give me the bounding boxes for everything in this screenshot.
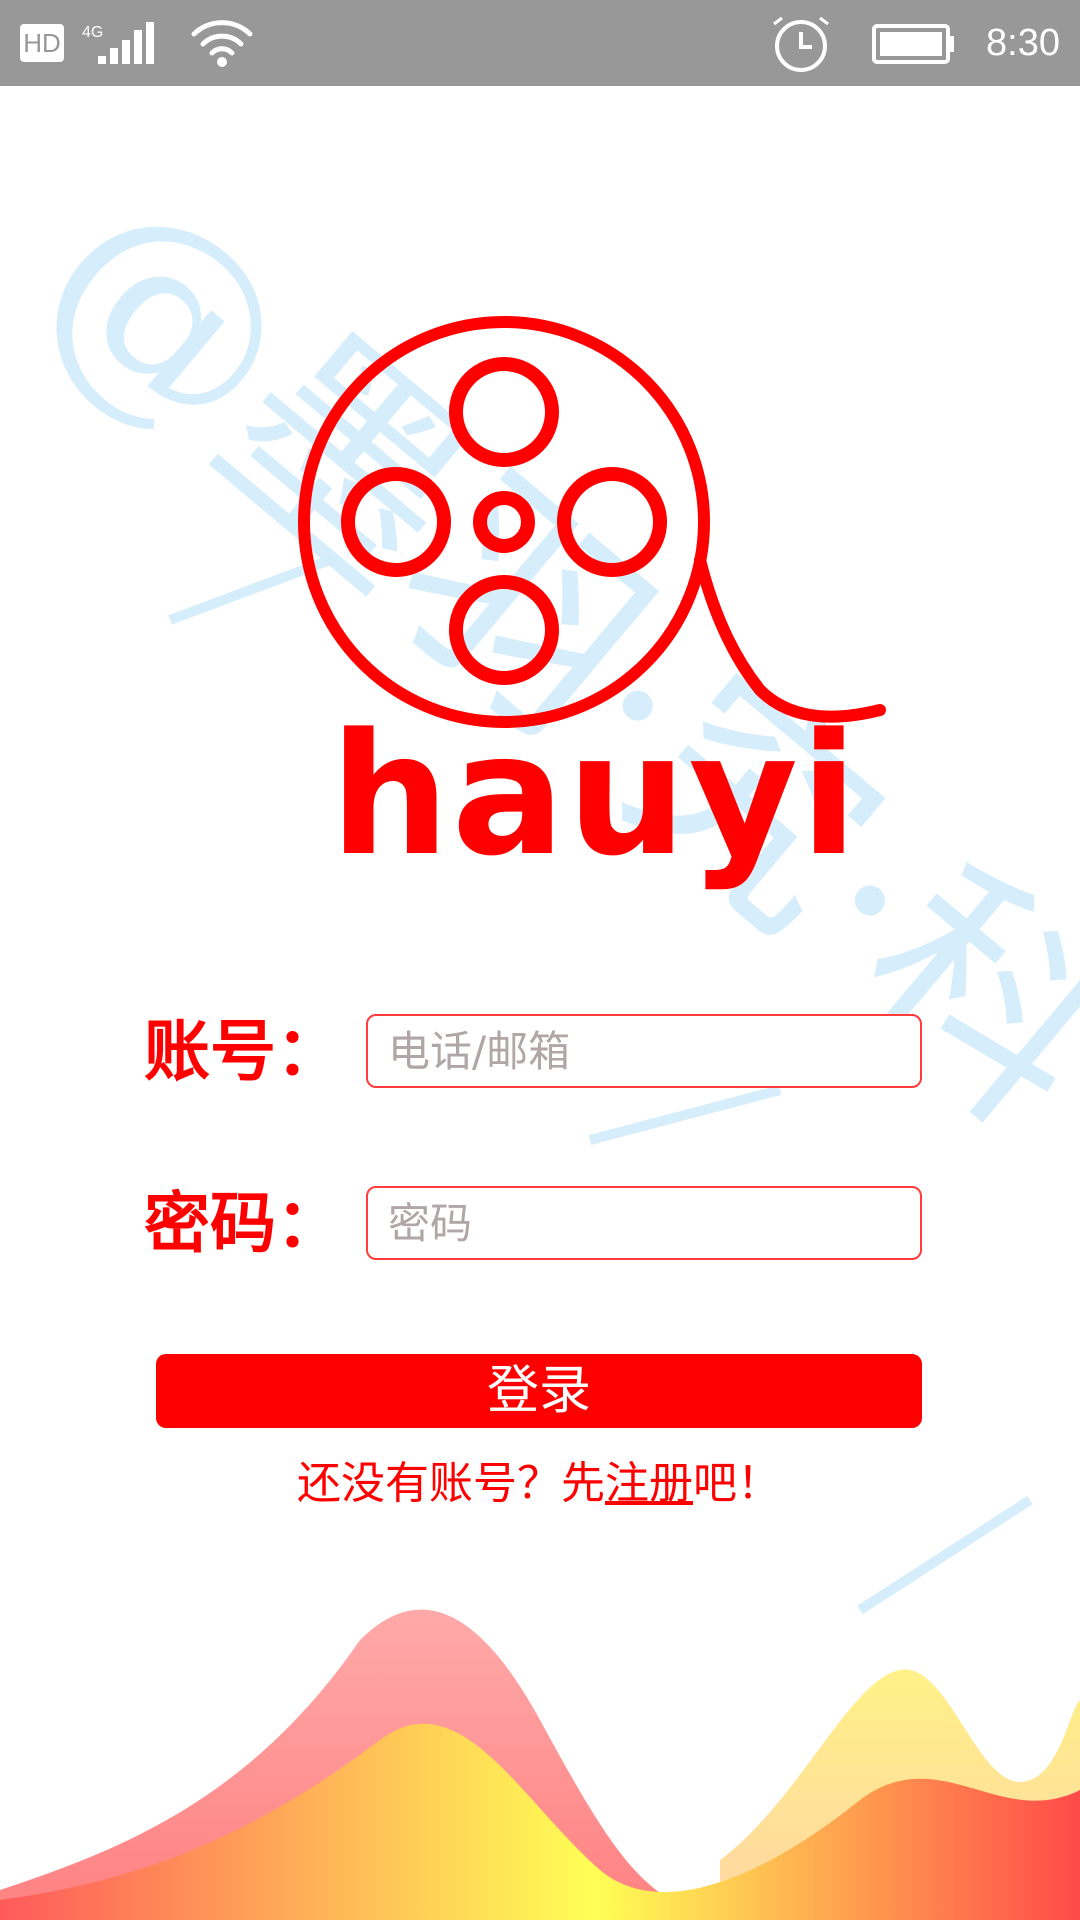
- decorative-waves: [0, 1609, 1080, 1920]
- register-link[interactable]: 注册: [605, 1458, 693, 1509]
- signal-icon: [98, 22, 154, 64]
- brand-name: hauyi: [330, 697, 860, 893]
- account-input[interactable]: [366, 1014, 922, 1088]
- account-label: 账号：: [144, 1013, 342, 1090]
- hd-badge: HD: [20, 24, 64, 62]
- password-label: 密码：: [144, 1185, 342, 1262]
- register-prefix: 还没有账号？先: [297, 1458, 605, 1509]
- status-bar: HD 4G 8:30: [0, 0, 1080, 86]
- login-button[interactable]: 登录: [156, 1354, 922, 1428]
- alarm-clock-icon: [773, 16, 829, 72]
- password-input[interactable]: [366, 1186, 922, 1260]
- battery-icon: [872, 24, 954, 64]
- register-suffix: 吧！: [693, 1458, 781, 1509]
- status-time: 8:30: [986, 22, 1060, 64]
- register-prompt: 还没有账号？先注册吧！: [156, 1454, 922, 1514]
- login-screen: HD 4G 8:30 @墨羽·究·科·旧 hauyi 账号： 电话/邮箱 密码：…: [0, 0, 1080, 1920]
- film-reel-icon: [298, 316, 886, 728]
- wifi-icon: [191, 20, 253, 67]
